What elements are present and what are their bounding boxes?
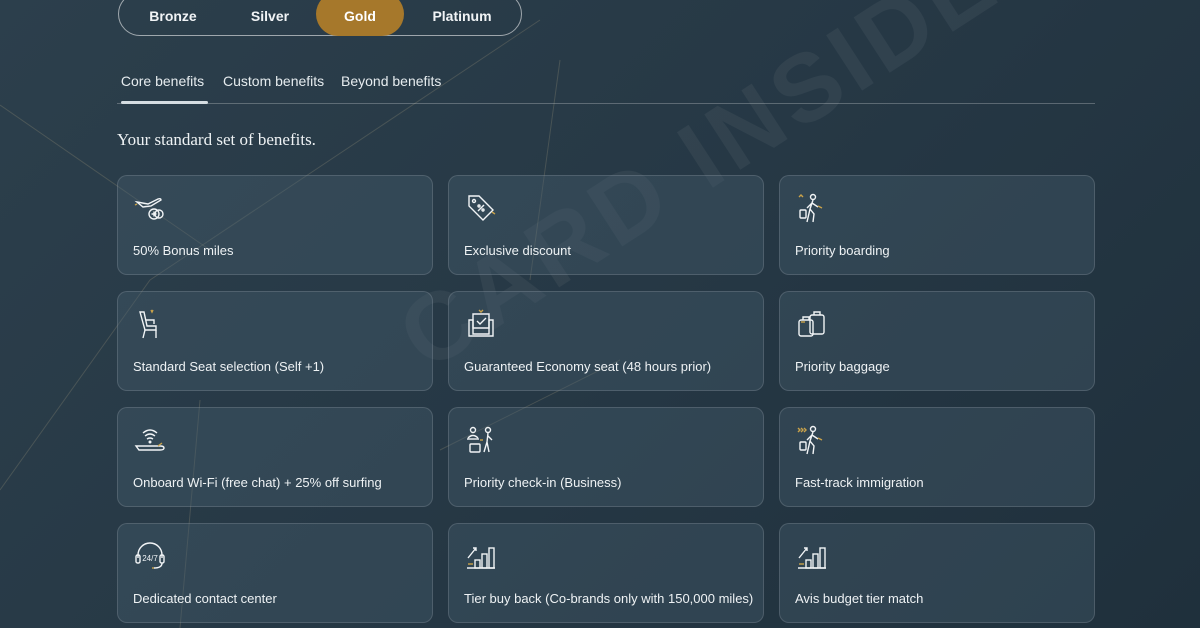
tier-switch: Bronze Silver Gold Platinum xyxy=(118,0,522,36)
benefit-card: Exclusive discount xyxy=(448,175,764,275)
benefit-tabs: Core benefits Custom benefits Beyond ben… xyxy=(117,70,1095,104)
benefit-label: Onboard Wi-Fi (free chat) + 25% off surf… xyxy=(133,475,382,490)
benefit-label: Priority check-in (Business) xyxy=(464,475,622,490)
tier-up-icon xyxy=(467,547,495,569)
benefit-label: Exclusive discount xyxy=(464,243,571,258)
benefit-label: Tier buy back (Co-brands only with 150,0… xyxy=(464,591,754,606)
tier-match-icon xyxy=(798,547,826,569)
baggage-icon xyxy=(798,311,825,337)
tab-core-benefits[interactable]: Core benefits xyxy=(117,70,208,104)
check-in-icon xyxy=(467,426,493,453)
benefit-card: 24/7 Dedicated contact center xyxy=(117,523,433,623)
benefit-card: Priority boarding xyxy=(779,175,1095,275)
svg-text:24/7: 24/7 xyxy=(142,554,158,563)
benefit-label: Fast-track immigration xyxy=(795,475,924,490)
benefit-label: Priority boarding xyxy=(795,243,890,258)
benefit-label: 50% Bonus miles xyxy=(133,243,234,258)
benefit-label: Dedicated contact center xyxy=(133,591,277,606)
benefit-label: Standard Seat selection (Self +1) xyxy=(133,359,325,374)
tier-silver-button[interactable]: Silver xyxy=(222,0,318,35)
wifi-plane-icon xyxy=(134,429,165,451)
benefit-card: Tier buy back (Co-brands only with 150,0… xyxy=(448,523,764,623)
benefit-card: Fast-track immigration xyxy=(779,407,1095,507)
seat-check-icon xyxy=(468,309,494,337)
plane-plus-icon xyxy=(134,197,164,220)
benefit-card: Priority baggage xyxy=(779,291,1095,391)
support-24-7-icon: 24/7 xyxy=(135,542,165,569)
tier-gold-button[interactable]: Gold xyxy=(316,0,404,36)
tab-custom-benefits[interactable]: Custom benefits xyxy=(223,70,324,103)
tab-beyond-benefits[interactable]: Beyond benefits xyxy=(341,70,441,103)
benefit-card: Priority check-in (Business) xyxy=(448,407,764,507)
discount-tag-icon xyxy=(468,195,496,221)
tier-bronze-button[interactable]: Bronze xyxy=(119,0,227,35)
seat-icon xyxy=(139,309,157,339)
benefit-label: Guaranteed Economy seat (48 hours prior) xyxy=(464,359,712,374)
benefit-card: Onboard Wi-Fi (free chat) + 25% off surf… xyxy=(117,407,433,507)
benefit-card: Standard Seat selection (Self +1) xyxy=(117,291,433,391)
benefit-card: Guaranteed Economy seat (48 hours prior) xyxy=(448,291,764,391)
boarding-person-icon xyxy=(798,193,823,223)
benefit-card: 50% Bonus miles xyxy=(117,175,433,275)
section-subtitle: Your standard set of benefits. xyxy=(117,130,316,149)
fast-track-icon xyxy=(797,425,823,455)
benefit-label: Priority baggage xyxy=(795,359,890,374)
benefit-label: Avis budget tier match xyxy=(795,591,924,606)
benefit-card: Avis budget tier match xyxy=(779,523,1095,623)
tier-platinum-button[interactable]: Platinum xyxy=(409,0,515,35)
